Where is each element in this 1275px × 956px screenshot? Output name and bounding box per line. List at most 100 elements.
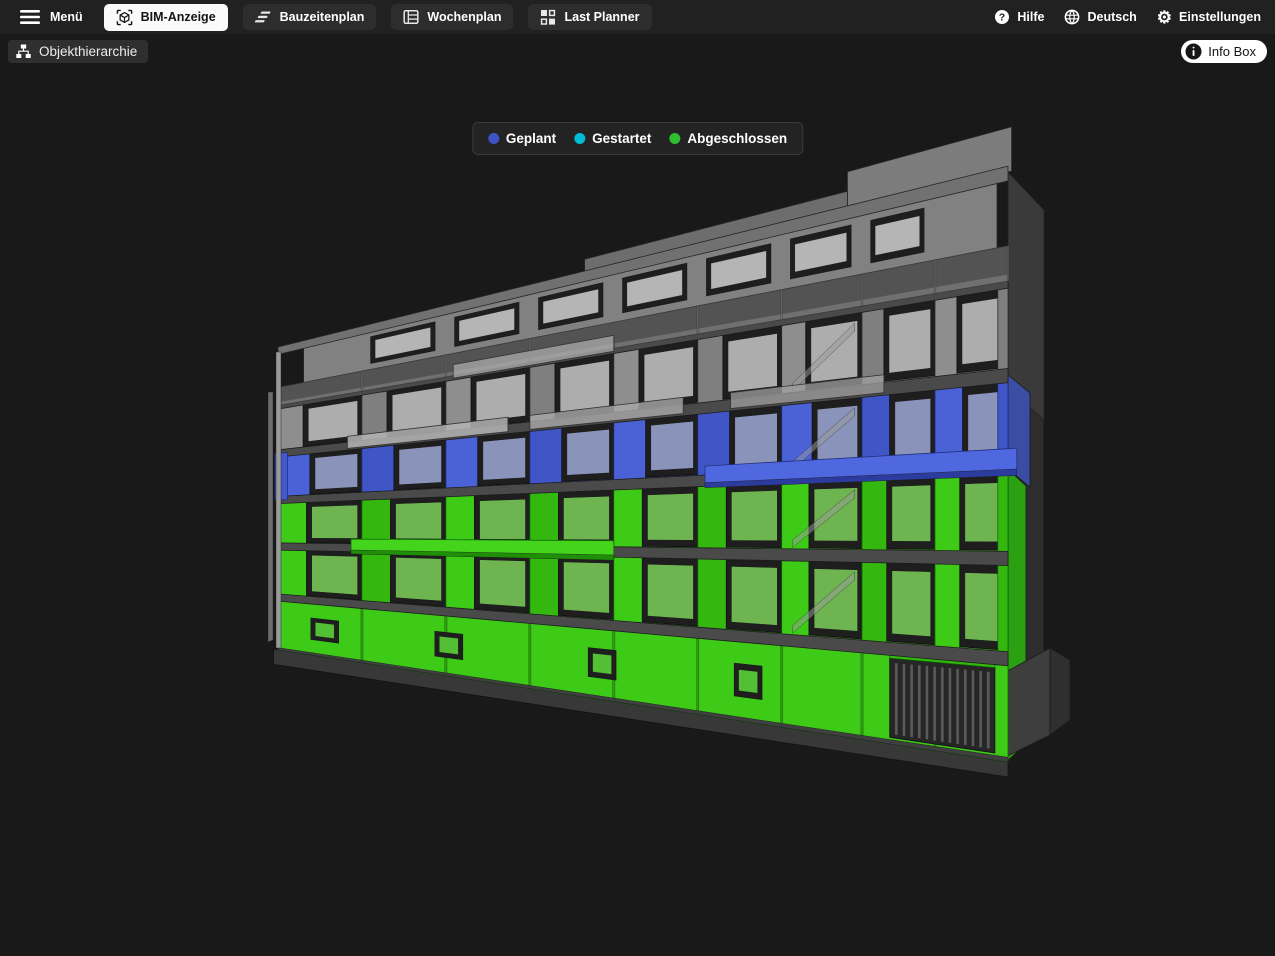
garage-gate-slat: [949, 668, 952, 743]
window-glass: [731, 566, 777, 625]
help-label: Hilfe: [1017, 10, 1044, 24]
wall-pier: [698, 553, 727, 635]
tab-wochenplan[interactable]: Wochenplan: [391, 4, 513, 30]
window-glass: [480, 499, 526, 539]
garage-ramp-side: [1050, 648, 1070, 735]
wall-pier: [614, 552, 643, 628]
legend-dot-gestartet: [574, 133, 585, 144]
garage-gate-slat: [903, 664, 906, 737]
info-box-button[interactable]: Info Box: [1181, 40, 1267, 63]
wall-pier: [862, 473, 887, 557]
legend-label-abgeschlossen: Abgeschlossen: [687, 131, 787, 146]
bim-app: { "toolbar": { "menu_label": "Menü", "ta…: [0, 0, 1275, 956]
tab-last-planner[interactable]: Last Planner: [528, 4, 651, 30]
railing-post: [934, 260, 936, 294]
garage-gate-slat: [910, 664, 913, 737]
basement-window-glass: [739, 670, 758, 694]
wall-pier: [362, 441, 394, 496]
wall-pier: [698, 480, 727, 554]
tab-label: Wochenplan: [427, 10, 501, 24]
settings-label: Einstellungen: [1179, 10, 1261, 24]
tab-bauzeitenplan[interactable]: Bauzeitenplan: [243, 4, 377, 30]
window-glass: [476, 374, 525, 422]
help-icon: ?: [994, 9, 1010, 25]
status-legend: Geplant Gestartet Abgeschlossen: [472, 122, 803, 155]
toolbar-left-group: Menü BIM-Anzeige Bauzeitenplan: [14, 4, 652, 31]
garage-gate-slat: [956, 669, 959, 745]
basement-window-glass: [439, 636, 458, 654]
basement-window-glass: [593, 653, 612, 674]
legend-label-gestartet: Gestartet: [592, 131, 651, 146]
bim-view-icon: [116, 9, 133, 26]
window-glass: [895, 398, 931, 457]
window-glass: [731, 490, 777, 540]
window-glass: [648, 493, 694, 540]
top-toolbar: Menü BIM-Anzeige Bauzeitenplan: [0, 0, 1275, 34]
wall-pier: [614, 484, 643, 553]
wall-joint: [781, 640, 783, 728]
wall-joint: [361, 605, 363, 664]
svg-text:?: ?: [999, 12, 1005, 24]
settings-button[interactable]: ⚙ Einstellungen: [1157, 9, 1261, 26]
wall-pier: [935, 290, 957, 383]
wall-pier: [278, 547, 307, 600]
legend-item-abgeschlossen: Abgeschlossen: [669, 131, 787, 146]
help-button[interactable]: ? Hilfe: [994, 9, 1044, 25]
window-glass: [567, 429, 610, 475]
railing-post: [361, 371, 363, 391]
window-glass: [392, 387, 441, 432]
legend-dot-geplant: [488, 133, 499, 144]
window-glass: [962, 297, 1004, 364]
tab-bim-anzeige[interactable]: BIM-Anzeige: [104, 4, 228, 31]
window-glass: [399, 446, 442, 485]
window-glass: [648, 564, 694, 619]
hamburger-icon: [20, 10, 40, 24]
garage-gate-slat: [964, 669, 967, 745]
wall-pier: [698, 330, 723, 409]
object-hierarchy-button[interactable]: Objekthierarchie: [8, 40, 148, 63]
window-glass: [396, 557, 442, 601]
edge-column: [268, 392, 273, 642]
wall-pier: [935, 469, 960, 558]
window-glass: [396, 502, 442, 539]
window-glass: [651, 421, 694, 470]
railing-post: [697, 306, 699, 334]
garage-gate-slat: [918, 665, 921, 739]
corner-column: [276, 352, 281, 648]
window-glass: [312, 555, 358, 595]
tab-label: BIM-Anzeige: [141, 10, 216, 24]
garage-gate-slat: [987, 672, 990, 749]
window-glass: [892, 571, 931, 637]
garage-gate-slat: [926, 666, 929, 740]
window-glass: [892, 485, 931, 542]
legend-dot-abgeschlossen: [669, 133, 680, 144]
wall-pier: [935, 557, 960, 654]
wall-pier: [530, 423, 562, 488]
wall-pier: [278, 401, 303, 453]
info-icon: [1185, 43, 1202, 60]
last-planner-grid-icon: [540, 9, 556, 25]
language-button[interactable]: Deutsch: [1064, 9, 1136, 25]
railing-post: [781, 290, 783, 320]
wall-joint: [861, 646, 863, 739]
garage-gate-slat: [941, 667, 944, 742]
window-glass: [564, 562, 610, 613]
wall-pier: [614, 414, 646, 485]
window-glass: [644, 347, 693, 402]
window-glass: [735, 413, 778, 466]
menu-button[interactable]: Menü: [14, 6, 89, 28]
window-glass: [728, 333, 777, 392]
railing-post: [445, 355, 447, 377]
railing-post: [1007, 246, 1009, 282]
wall-joint: [529, 619, 531, 689]
garage-gate-slat: [933, 667, 936, 741]
window-glass: [315, 454, 358, 490]
bim-model-3d-view[interactable]: [0, 34, 1275, 956]
wall-pier: [862, 556, 887, 649]
window-glass: [564, 496, 610, 540]
legend-item-gestartet: Gestartet: [574, 131, 651, 146]
window-glass: [889, 309, 931, 373]
garage-gate-slat: [972, 670, 975, 746]
wall-pier: [998, 467, 1008, 559]
gear-icon: ⚙: [1157, 9, 1172, 26]
